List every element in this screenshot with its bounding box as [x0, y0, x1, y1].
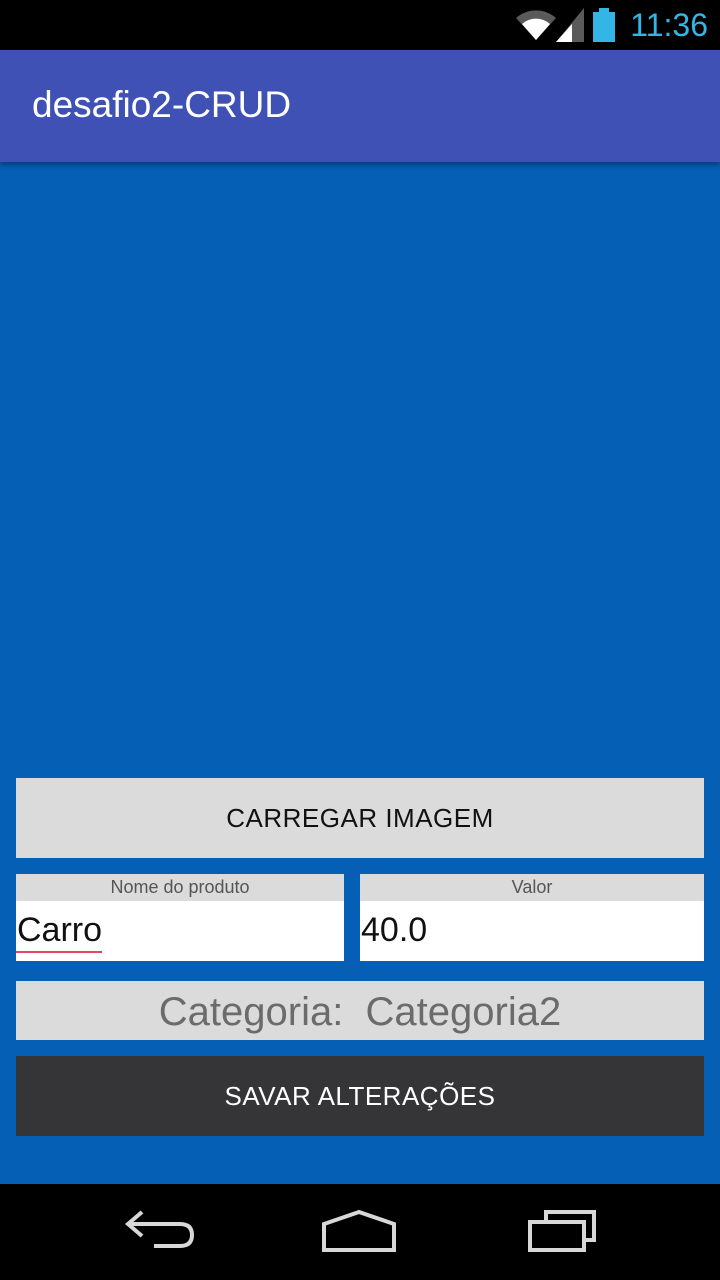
battery-icon	[593, 8, 615, 42]
product-image-area	[0, 162, 720, 762]
category-selector[interactable]: Categoria: Categoria2	[16, 981, 704, 1040]
status-bar: 11:36	[0, 0, 720, 50]
home-icon[interactable]	[314, 1202, 404, 1262]
product-name-input[interactable]: Carro	[16, 901, 103, 959]
product-name-field: Nome do produto Carro	[16, 874, 344, 961]
product-value-field: Valor 40.0	[360, 874, 704, 961]
product-value-label: Valor	[360, 874, 704, 901]
app-bar: desafio2-CRUD	[0, 50, 720, 162]
back-icon[interactable]	[114, 1202, 204, 1262]
product-name-value: Carro	[17, 911, 103, 949]
recents-icon[interactable]	[518, 1202, 608, 1262]
product-name-label: Nome do produto	[16, 874, 344, 901]
app-title: desafio2-CRUD	[32, 84, 292, 125]
signal-icon	[556, 8, 584, 42]
load-image-button[interactable]: CARREGAR IMAGEM	[16, 778, 704, 858]
status-clock: 11:36	[630, 7, 708, 43]
wifi-icon	[516, 10, 556, 40]
save-changes-button[interactable]: SAVAR ALTERAÇÕES	[16, 1056, 704, 1136]
spellcheck-underline	[16, 951, 103, 953]
navigation-bar	[0, 1184, 720, 1280]
product-value-input[interactable]: 40.0	[360, 901, 427, 959]
